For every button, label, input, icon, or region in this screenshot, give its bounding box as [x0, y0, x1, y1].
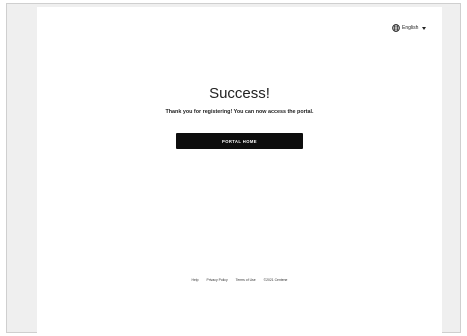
language-label: English: [402, 25, 419, 31]
footer-links: Help Privacy Policy Terms of Use ©2021 C…: [37, 278, 442, 282]
chevron-down-icon: [422, 26, 427, 30]
footer-link-terms[interactable]: Terms of Use: [236, 278, 256, 282]
footer-link-help[interactable]: Help: [192, 278, 199, 282]
globe-icon: [392, 24, 400, 32]
page-title: Success!: [209, 85, 270, 102]
browser-viewport: English Success! Thank you for registeri…: [6, 3, 461, 333]
copyright-text: ©2021 Centene: [263, 278, 288, 282]
success-message: Thank you for registering! You can now a…: [165, 109, 314, 115]
footer-link-privacy[interactable]: Privacy Policy: [207, 278, 228, 282]
content-card: English Success! Thank you for registeri…: [37, 7, 442, 333]
language-selector[interactable]: English: [392, 24, 427, 32]
portal-home-button[interactable]: PORTAL HOME: [176, 133, 303, 149]
